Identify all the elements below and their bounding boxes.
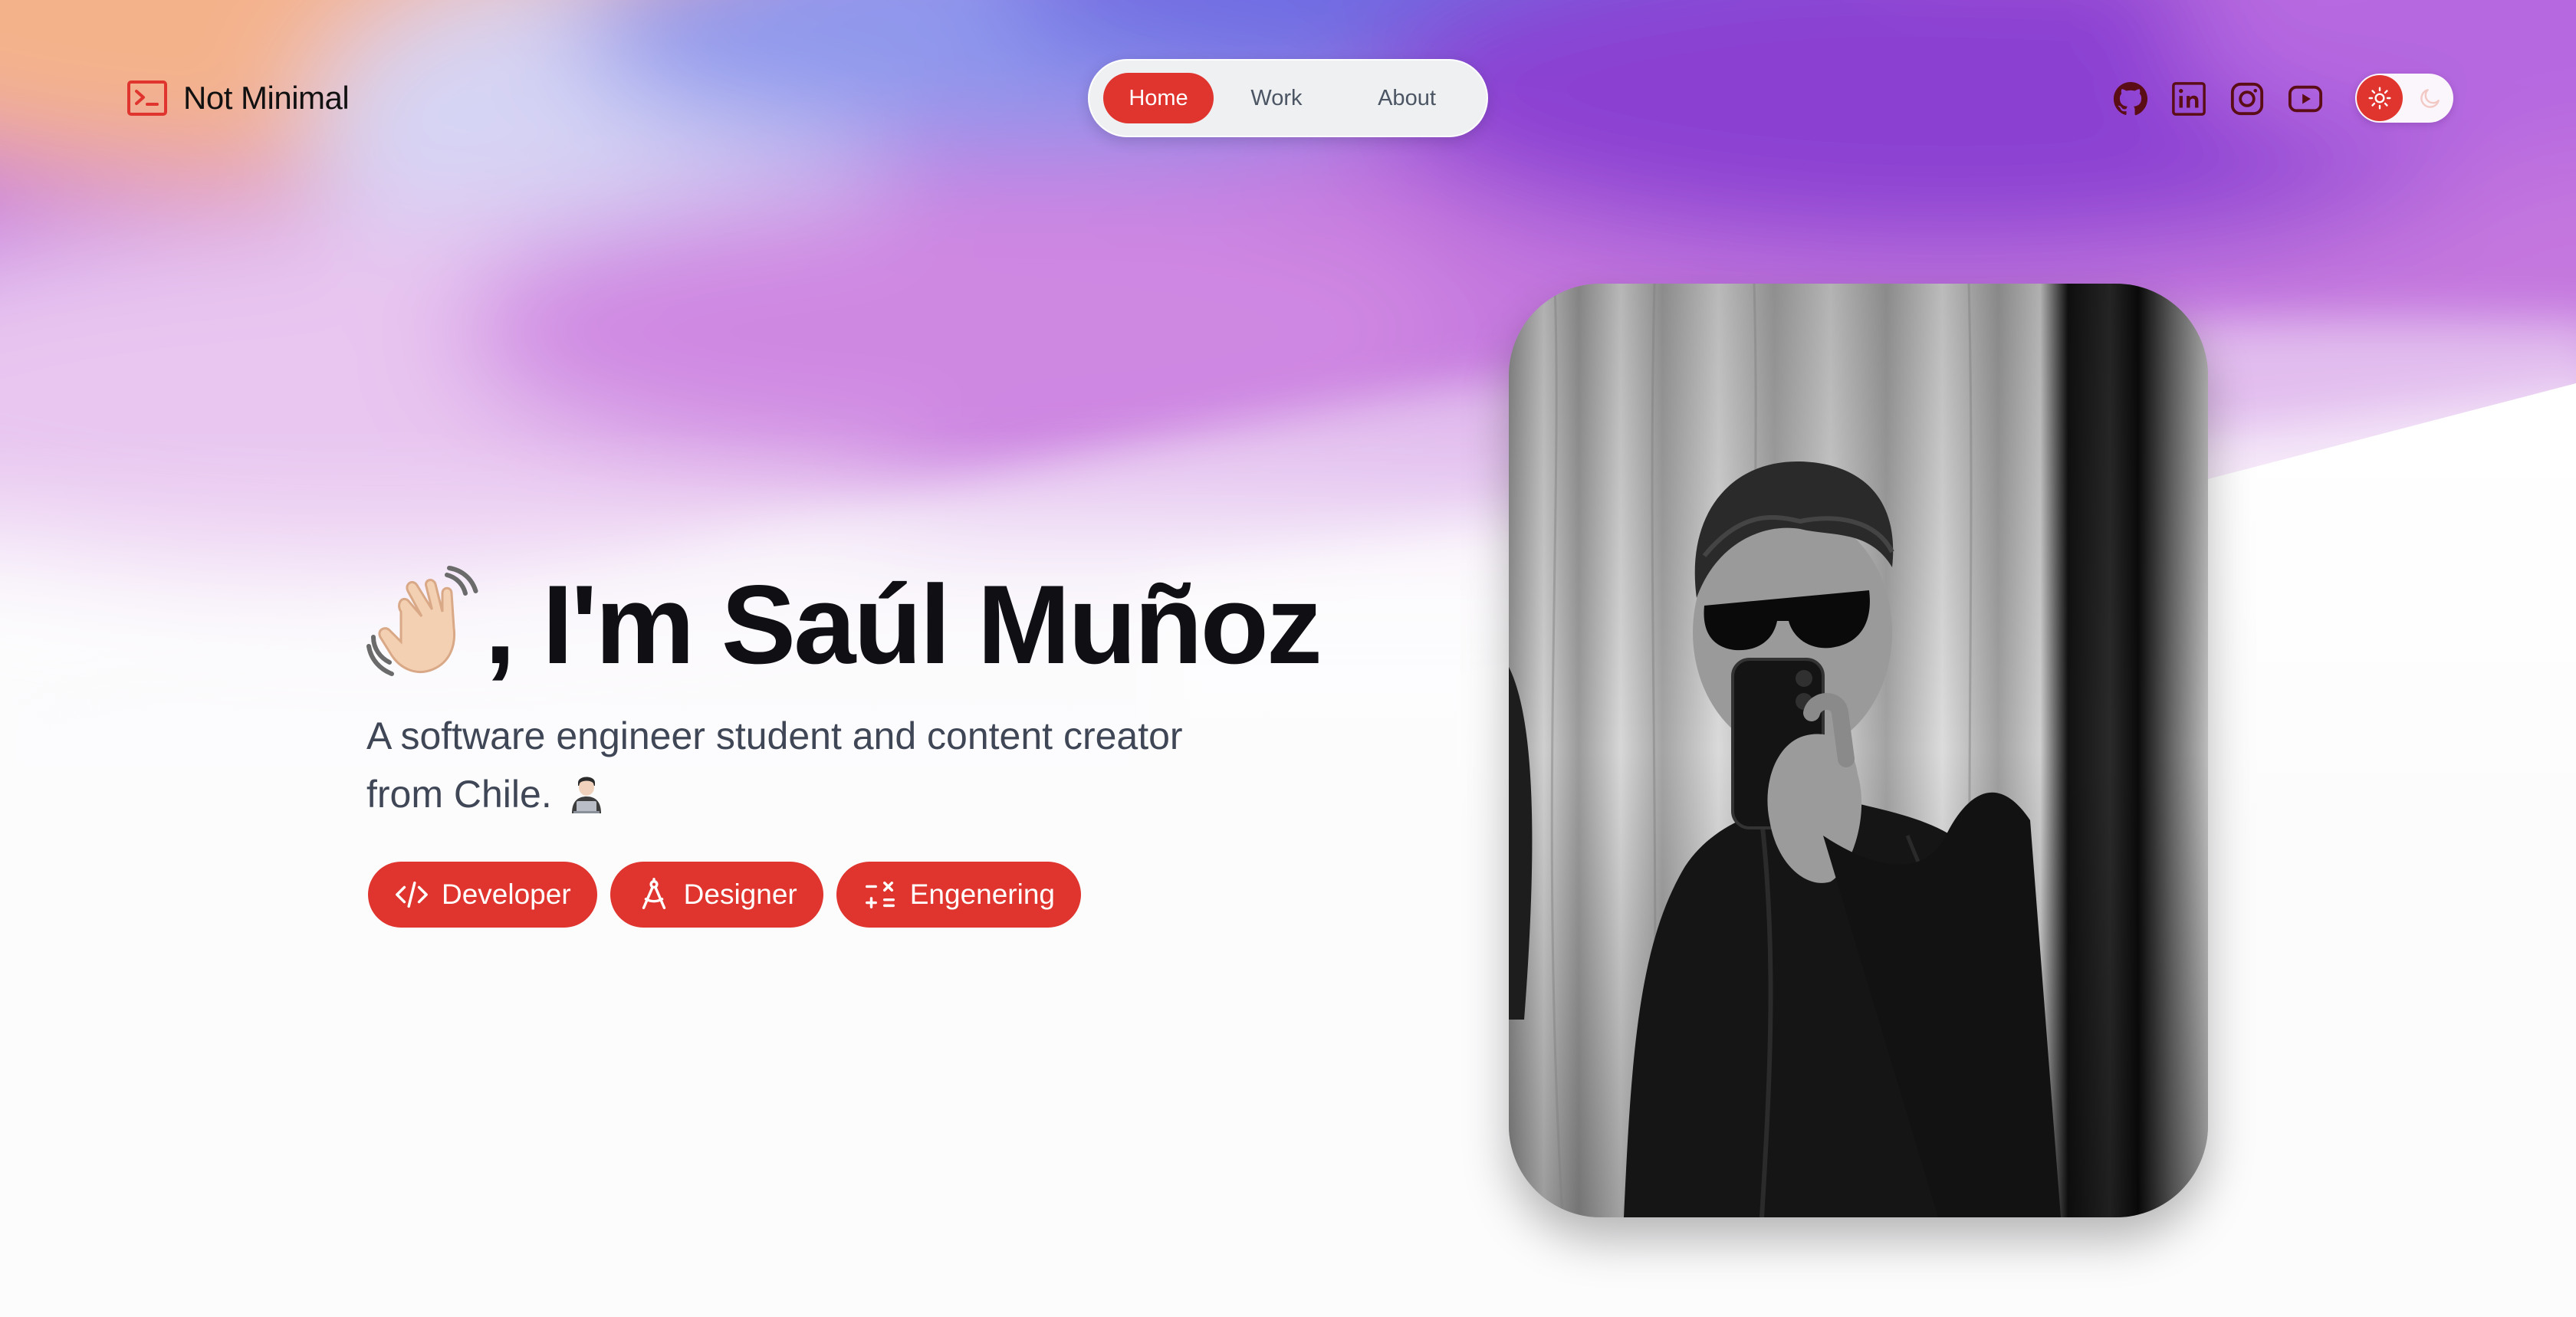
tag-developer-label: Developer (442, 879, 571, 910)
theme-toggle[interactable] (2355, 74, 2453, 123)
hero-title-text: , I'm Saúl Muñoz (485, 562, 1322, 687)
calculator-icon (865, 881, 895, 909)
hero-heading-block: , I'm Saúl Muñoz (366, 562, 1322, 687)
profile-photo-image (1509, 284, 2208, 1217)
terminal-icon (127, 80, 167, 116)
technologist-icon (571, 777, 601, 813)
role-tags: Developer Designer Engenering (368, 862, 1081, 928)
waving-hand-icon (366, 566, 478, 676)
nav-work[interactable]: Work (1214, 73, 1339, 123)
hero-title: , I'm Saúl Muñoz (366, 562, 1322, 687)
moon-icon (2420, 89, 2440, 108)
hero-subtitle: A software engineer student and content … (366, 707, 1248, 823)
tag-engineering[interactable]: Engenering (836, 862, 1081, 928)
youtube-link[interactable] (2285, 79, 2325, 119)
tag-engineering-label: Engenering (909, 879, 1055, 910)
instagram-icon (2230, 82, 2264, 116)
github-link[interactable] (2111, 79, 2150, 119)
brand-name: Not Minimal (183, 80, 350, 116)
compass-icon (642, 878, 665, 909)
instagram-link[interactable] (2227, 79, 2267, 119)
toggle-knob (2357, 75, 2403, 121)
social-links (2111, 79, 2325, 119)
brand-logo[interactable]: Not Minimal (127, 80, 350, 117)
profile-photo (1509, 284, 2208, 1217)
github-icon (2113, 81, 2148, 116)
youtube-icon (2288, 85, 2323, 113)
tag-developer[interactable]: Developer (368, 862, 597, 928)
main-nav: Home Work About (1088, 59, 1488, 137)
hero-subtitle-text: A software engineer student and content … (366, 714, 1183, 816)
code-icon (396, 881, 428, 908)
sun-icon (2368, 87, 2391, 110)
tag-designer-label: Designer (683, 879, 797, 910)
nav-home[interactable]: Home (1103, 73, 1214, 123)
linkedin-link[interactable] (2169, 79, 2209, 119)
tag-designer[interactable]: Designer (610, 862, 823, 928)
linkedin-icon (2172, 82, 2206, 116)
nav-about[interactable]: About (1339, 73, 1474, 123)
site-header: Not Minimal Home Work About (0, 0, 2576, 199)
